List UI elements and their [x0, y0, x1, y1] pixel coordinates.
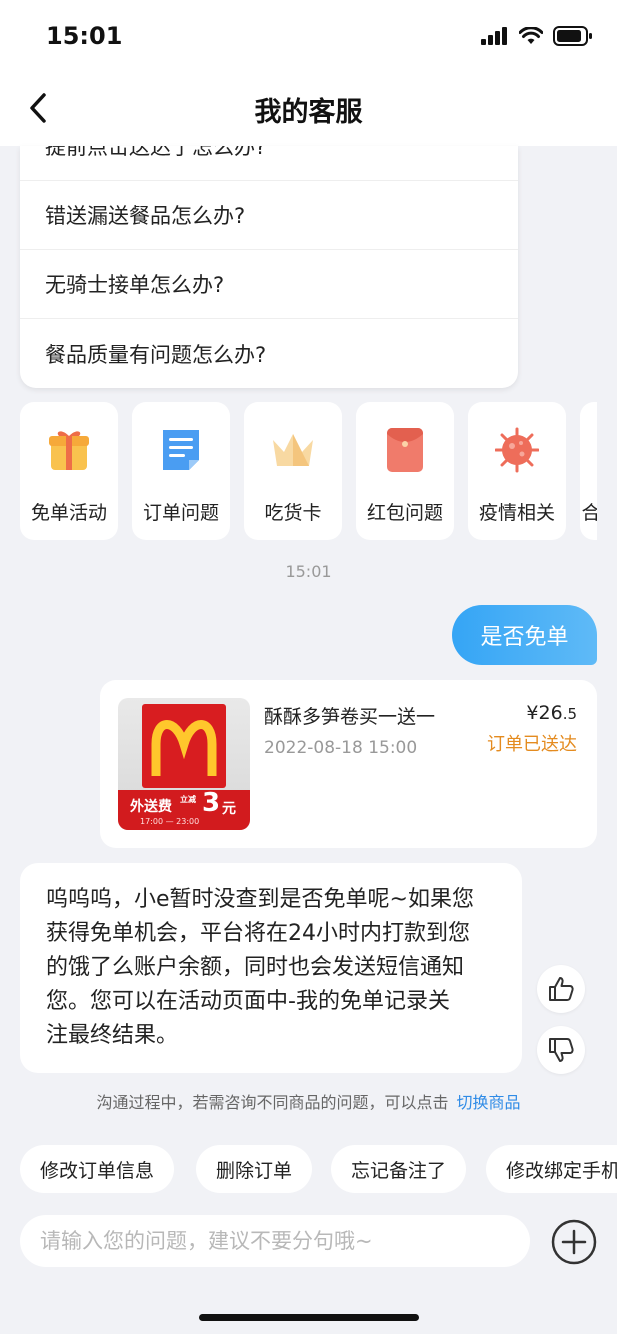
- bot-message-line: 获得免单机会，平台将在24小时内打款到您: [46, 921, 470, 946]
- wifi-icon: [519, 27, 543, 44]
- quick-reply-chip[interactable]: 修改绑定手机: [486, 1145, 617, 1193]
- status-bar: 15:01: [0, 0, 617, 70]
- category-label: 订单问题: [142, 502, 219, 524]
- signal-icon: [481, 27, 507, 45]
- bot-message-line: 的饿了么账户余额，同时也会发送短信通知: [46, 955, 465, 980]
- order-status: 订单已送达: [487, 734, 577, 755]
- page-title: 我的客服: [254, 97, 363, 128]
- switch-hint-text: 沟通过程中，若需咨询不同商品的问题，可以点击: [96, 1093, 449, 1112]
- delivery-fee-banner: 外送费 3 元 17:00 — 23:00 立减: [118, 788, 250, 830]
- battery-icon: [553, 26, 592, 46]
- category-foodie-card[interactable]: 吃货卡: [244, 402, 342, 540]
- bot-message-line: 注最终结果。: [46, 1023, 179, 1048]
- thumbs-up-icon: [549, 977, 574, 1001]
- order-price: ¥26.5: [526, 702, 577, 724]
- category-free-order[interactable]: 免单活动: [20, 402, 118, 540]
- category-label: 红包问题: [366, 502, 443, 524]
- faq-item[interactable]: 错送漏送餐品怎么办?: [20, 181, 518, 250]
- golden-arches-icon: [151, 720, 217, 776]
- banner-small: 立减: [180, 795, 196, 804]
- switch-product-hint: 沟通过程中，若需咨询不同商品的问题，可以点击 切换商品: [0, 1089, 617, 1113]
- red-envelope-icon: [387, 428, 423, 472]
- category-red-envelope[interactable]: 红包问题: [356, 402, 454, 540]
- bot-message-line: 您。您可以在活动页面中-我的免单记录关: [46, 989, 450, 1014]
- chat-input[interactable]: [20, 1215, 530, 1267]
- order-card[interactable]: 外送费 3 元 17:00 — 23:00 立减 酥酥多笋卷买一送一 2022-…: [100, 680, 597, 848]
- plus-icon[interactable]: [550, 1218, 598, 1266]
- thumbs-down-icon: [549, 1038, 574, 1062]
- category-more[interactable]: 合: [580, 402, 597, 540]
- quick-reply-chip[interactable]: 忘记备注了: [331, 1145, 467, 1193]
- gift-icon: [49, 431, 89, 470]
- chat-timestamp: 15:01: [285, 562, 332, 581]
- order-thumbnail: 外送费 3 元 17:00 — 23:00 立减: [118, 698, 250, 830]
- banner-number: 3: [202, 788, 221, 818]
- faq-item[interactable]: 餐品质量有问题怎么办?: [20, 319, 518, 388]
- bot-message-bubble: 呜呜呜，小e暂时没查到是否免单呢~如果您 获得免单机会，平台将在24小时内打款到…: [20, 863, 522, 1073]
- faq-item[interactable]: 无骑士接单怎么办?: [20, 250, 518, 319]
- category-order-issue[interactable]: 订单问题: [132, 402, 230, 540]
- crown-icon: [273, 434, 313, 466]
- quick-reply-chip[interactable]: 删除订单: [196, 1145, 313, 1193]
- price-decimal: .5: [562, 705, 577, 723]
- quick-reply-row: 修改订单信息 删除订单 忘记备注了 修改绑定手机: [20, 1145, 617, 1195]
- user-message-bubble: 是否免单: [452, 605, 597, 665]
- quick-reply-chip[interactable]: 修改订单信息: [20, 1145, 175, 1193]
- category-label: 免单活动: [30, 502, 107, 524]
- banner-hours: 17:00 — 23:00: [140, 817, 200, 826]
- category-row: 免单活动 订单问题 吃货卡 红包问题 疫情相关 合: [20, 402, 597, 542]
- nav-bar: 我的客服: [0, 70, 617, 146]
- bot-message-line: 呜呜呜，小e暂时没查到是否免单呢~如果您: [46, 887, 474, 912]
- banner-unit: 元: [222, 801, 236, 817]
- order-item-name: 酥酥多笋卷买一送一: [264, 706, 436, 728]
- home-indicator[interactable]: [199, 1314, 419, 1321]
- mcdonalds-logo: [142, 704, 226, 788]
- category-label: 合: [581, 502, 597, 524]
- virus-icon: [495, 427, 539, 473]
- dislike-button[interactable]: [537, 1026, 585, 1074]
- faq-item[interactable]: 提前点击送达了怎么办?: [20, 146, 518, 181]
- document-icon: [163, 430, 199, 470]
- status-icons: [481, 26, 593, 46]
- order-date: 2022-08-18 15:00: [264, 738, 418, 758]
- banner-text: 外送费: [130, 799, 172, 815]
- price-integer: 26: [538, 702, 563, 724]
- price-symbol: ¥: [526, 702, 539, 724]
- faq-card: 提前点击送达了怎么办? 错送漏送餐品怎么办? 无骑士接单怎么办? 餐品质量有问题…: [20, 146, 518, 388]
- switch-product-link[interactable]: 切换商品: [457, 1093, 521, 1112]
- like-button[interactable]: [537, 965, 585, 1013]
- category-label: 吃货卡: [264, 502, 322, 524]
- status-time: 15:01: [46, 22, 123, 50]
